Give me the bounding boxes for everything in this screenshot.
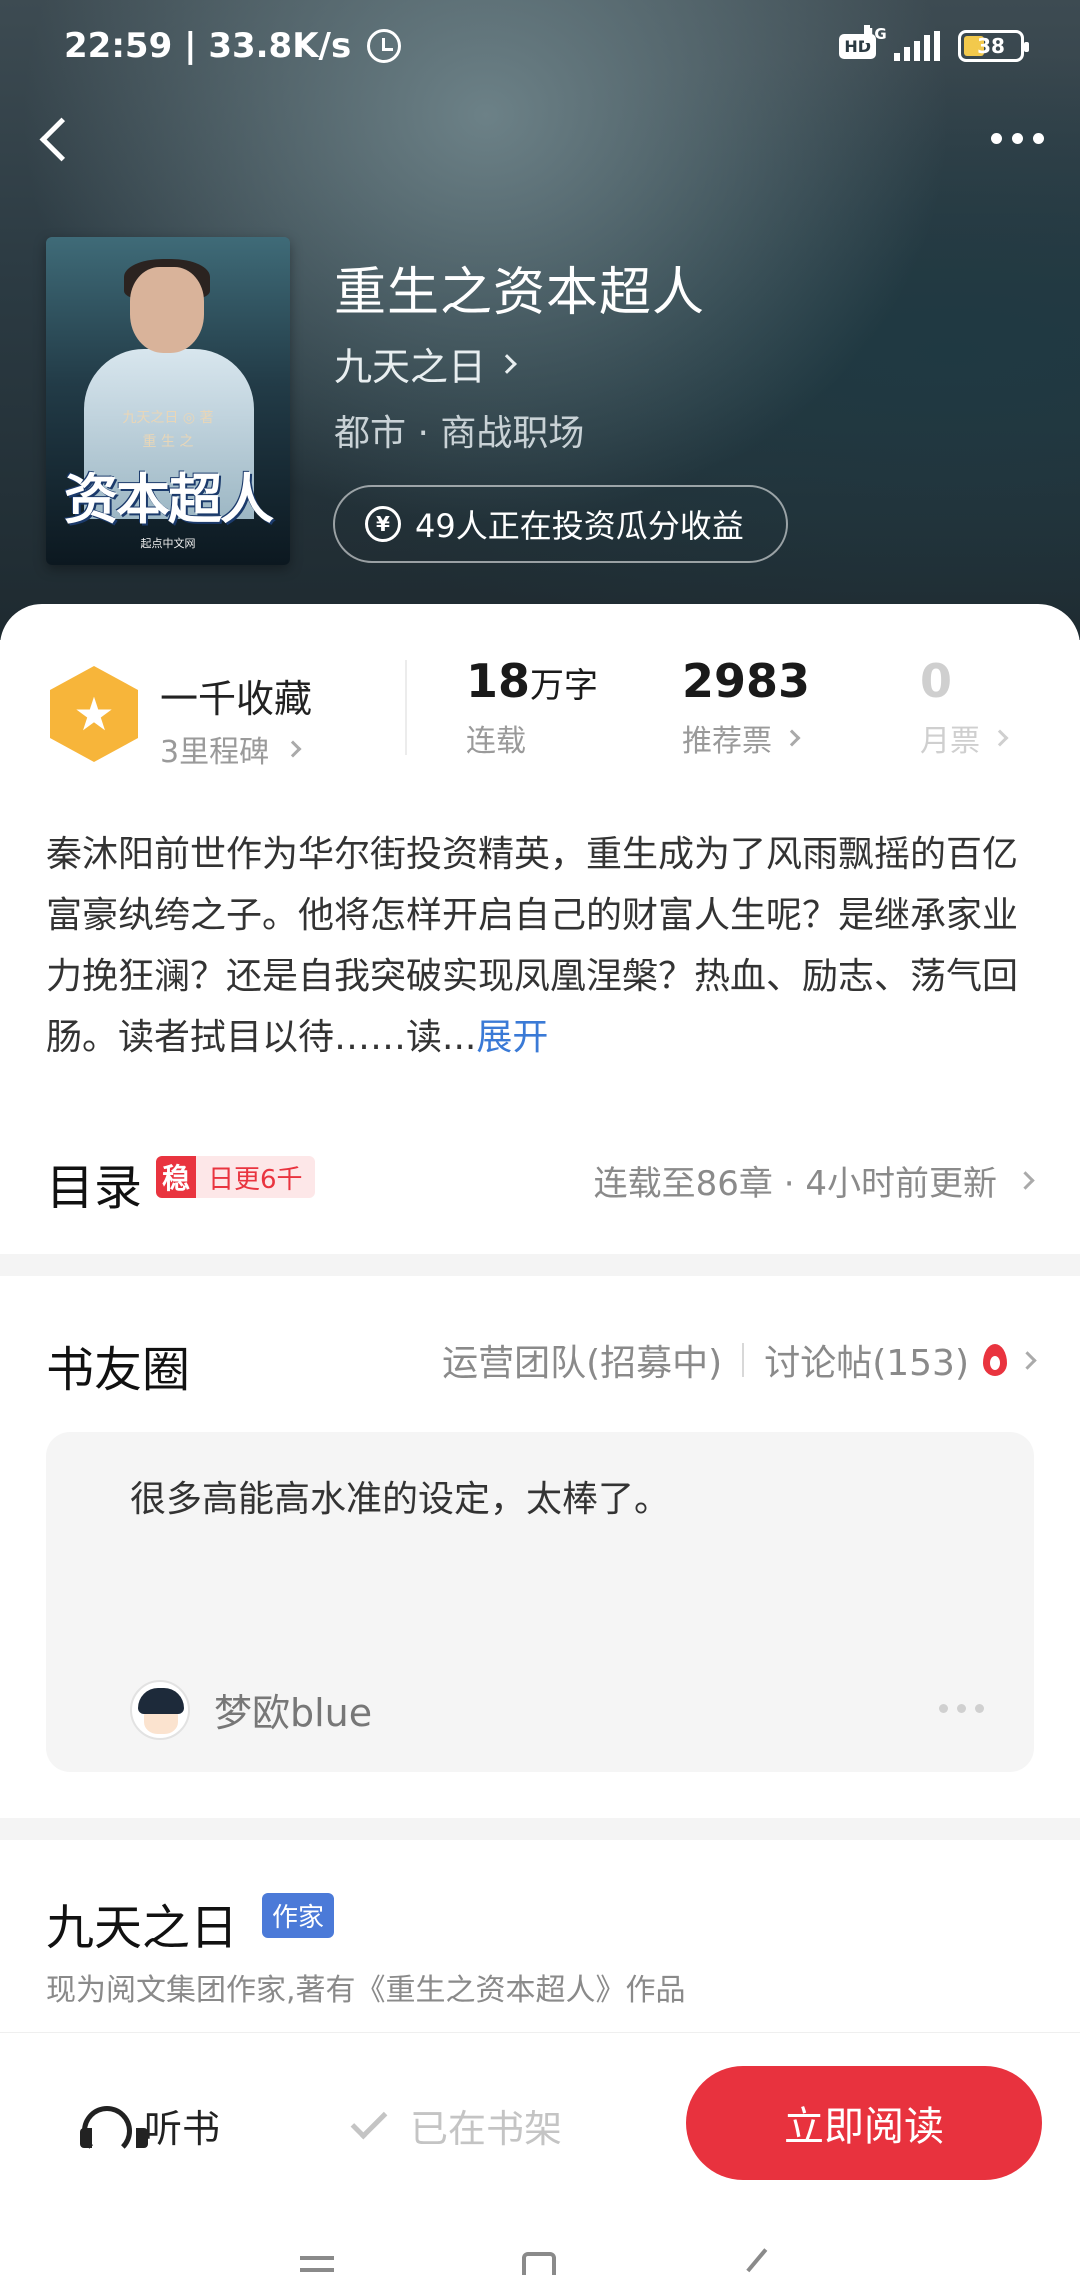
- invest-button[interactable]: ¥ 49人正在投资瓜分收益: [333, 485, 788, 563]
- battery-icon: 38: [958, 30, 1029, 62]
- cover-title-text: 资本超人: [64, 468, 274, 531]
- circle-post-card[interactable]: 很多高能高水准的设定，太棒了。 梦欧blue: [46, 1432, 1034, 1772]
- author-link[interactable]: 九天之日: [334, 336, 517, 391]
- monthly-votes-stat[interactable]: 0 月票: [920, 654, 1009, 760]
- home-icon[interactable]: [522, 2252, 556, 2275]
- ops-team-link[interactable]: 运营团队(招募中): [442, 1334, 722, 1386]
- book-circle-title: 书友圈: [46, 1342, 191, 1398]
- word-count-stat: 18万字 连载: [466, 654, 599, 759]
- more-options-button[interactable]: [982, 118, 1052, 158]
- status-bar: 22:59 | 33.8K/s HD 4G 38: [0, 0, 1080, 96]
- read-now-button[interactable]: 立即阅读: [686, 2066, 1042, 2180]
- system-nav-bar: [0, 2212, 1080, 2275]
- expand-link[interactable]: 展开: [476, 1017, 548, 1058]
- section-divider: [0, 1254, 1080, 1276]
- listen-button[interactable]: 听书: [80, 2098, 220, 2156]
- yen-icon: ¥: [365, 506, 401, 542]
- chevron-right-icon: [1016, 1171, 1035, 1190]
- book-synopsis[interactable]: 秦沐阳前世作为华尔街投资精英，重生成为了风雨飘摇的百亿富豪纨绔之子。他将怎样开启…: [46, 824, 1036, 1068]
- cover-publisher: 起点中文网: [140, 537, 196, 550]
- chevron-right-icon: [991, 729, 1009, 747]
- author-tag: 作家: [262, 1893, 335, 1938]
- fire-icon: [983, 1344, 1007, 1376]
- on-shelf-button[interactable]: 已在书架: [350, 2098, 562, 2153]
- chevron-right-icon: [497, 353, 517, 374]
- circle-links[interactable]: 运营团队(招募中) 讨论帖(153): [442, 1334, 1037, 1386]
- alarm-icon: [367, 29, 402, 63]
- avatar[interactable]: [130, 1680, 190, 1740]
- chevron-right-icon: [1018, 1350, 1037, 1370]
- check-icon: [350, 2102, 388, 2139]
- recommend-votes-stat[interactable]: 2983 推荐票: [682, 654, 810, 760]
- book-cover[interactable]: 九天之日 ◎ 著 重 生 之 资本超人 起点中文网: [46, 237, 290, 565]
- section-divider: [0, 1818, 1080, 1840]
- toc-title[interactable]: 目录: [46, 1148, 142, 1218]
- headphone-icon: [80, 2104, 148, 2156]
- signal-icon: 4G: [864, 25, 940, 61]
- favorites-count: 一千收藏: [160, 677, 313, 721]
- status-time: 22:59 | 33.8K/s: [64, 26, 352, 66]
- milestone-link[interactable]: 3里程碑: [160, 727, 302, 771]
- chevron-right-icon: [783, 729, 801, 747]
- author-name[interactable]: 九天之日: [46, 1888, 238, 1958]
- author-description: 现为阅文集团作家,著有《重生之资本超人》作品: [46, 1973, 686, 2008]
- back-button[interactable]: [28, 108, 88, 168]
- back-icon[interactable]: [746, 2248, 786, 2275]
- divider: [405, 660, 407, 755]
- discussion-link[interactable]: 讨论帖(153): [764, 1334, 969, 1386]
- post-more-icon[interactable]: [939, 1704, 984, 1713]
- post-text: 很多高能高水准的设定，太棒了。: [130, 1479, 671, 1520]
- menu-icon[interactable]: [300, 2256, 334, 2272]
- chevron-right-icon: [284, 740, 302, 758]
- update-badge: 稳 日更6千: [156, 1156, 315, 1198]
- post-username[interactable]: 梦欧blue: [214, 1682, 372, 1737]
- cover-sub-text: 重 生 之: [142, 434, 194, 450]
- cover-author-text: 九天之日 ◎ 著: [122, 410, 214, 426]
- book-title: 重生之资本超人: [334, 263, 706, 323]
- book-genre: 都市 · 商战职场: [334, 413, 585, 454]
- toc-update-info[interactable]: 连载至86章 · 4小时前更新: [594, 1156, 1035, 1205]
